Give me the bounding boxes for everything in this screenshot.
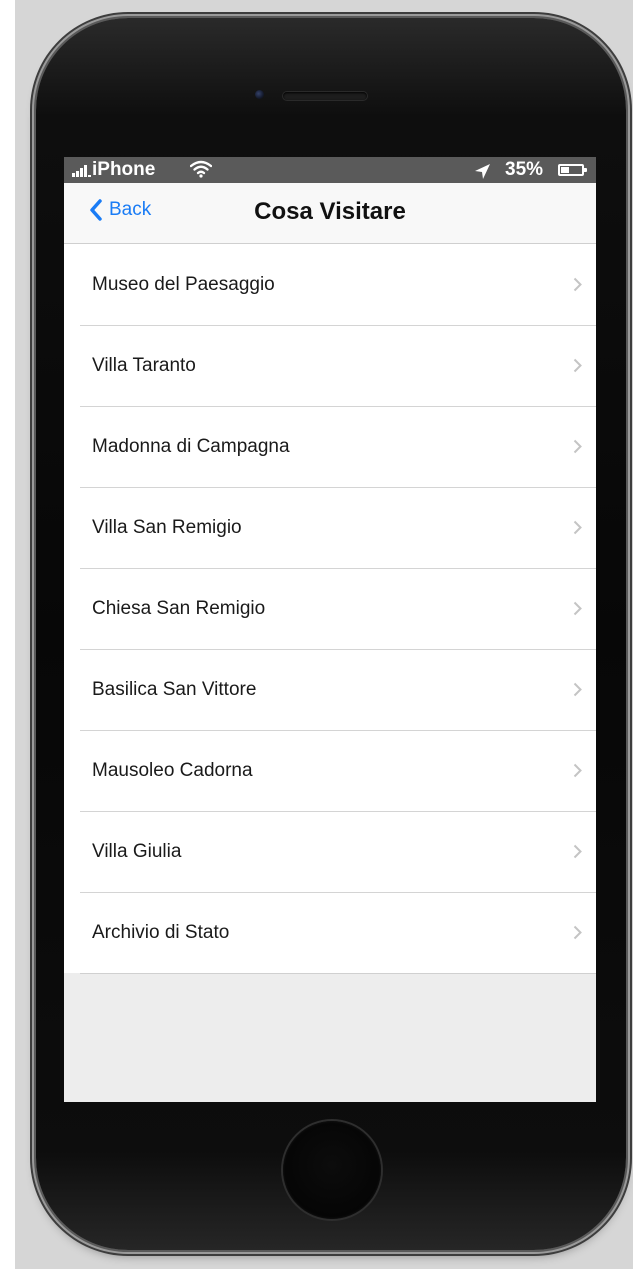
- page-title: Cosa Visitare: [254, 198, 406, 225]
- status-bar: iPhone 35%: [64, 157, 596, 183]
- list-item[interactable]: Archivio di Stato: [64, 892, 596, 973]
- battery-percent: 35%: [505, 159, 544, 180]
- list-item-label: Villa Giulia: [92, 840, 182, 862]
- chevron-right-icon: [573, 682, 582, 697]
- list-item-label: Chiesa San Remigio: [92, 597, 266, 619]
- list-item[interactable]: Mausoleo Cadorna: [64, 730, 596, 811]
- list-item[interactable]: Madonna di Campagna: [64, 406, 596, 487]
- list-item-label: Basilica San Vittore: [92, 678, 257, 700]
- earpiece-speaker: [283, 92, 367, 100]
- list-item[interactable]: Museo del Paesaggio: [64, 244, 596, 325]
- places-list: Museo del Paesaggio Villa Taranto Madonn…: [64, 244, 596, 973]
- chevron-right-icon: [573, 844, 582, 859]
- list-item[interactable]: Villa Taranto: [64, 325, 596, 406]
- battery-icon: [558, 164, 587, 176]
- list-item-label: Madonna di Campagna: [92, 435, 290, 457]
- list-item[interactable]: Chiesa San Remigio: [64, 568, 596, 649]
- list-item-label: Archivio di Stato: [92, 921, 230, 943]
- list-item-label: Mausoleo Cadorna: [92, 759, 253, 781]
- chevron-right-icon: [573, 277, 582, 292]
- list-bottom-divider: [80, 973, 596, 974]
- list-item[interactable]: Villa Giulia: [64, 811, 596, 892]
- navigation-bar: Back Cosa Visitare: [64, 183, 596, 244]
- chevron-right-icon: [573, 601, 582, 616]
- wifi-icon: [190, 160, 212, 178]
- list-item-label: Museo del Paesaggio: [92, 273, 275, 295]
- chevron-right-icon: [573, 439, 582, 454]
- home-button[interactable]: [283, 1121, 381, 1219]
- chevron-right-icon: [573, 520, 582, 535]
- list-item-label: Villa Taranto: [92, 354, 196, 376]
- list-item[interactable]: Villa San Remigio: [64, 487, 596, 568]
- chevron-right-icon: [573, 925, 582, 940]
- location-icon: [475, 164, 490, 179]
- phone-screen: iPhone 35% Back Cosa Visitare Museo del …: [64, 157, 596, 1102]
- front-camera: [255, 90, 264, 99]
- list-item-label: Villa San Remigio: [92, 516, 242, 538]
- list-item[interactable]: Basilica San Vittore: [64, 649, 596, 730]
- carrier-name: iPhone: [92, 159, 156, 180]
- chevron-right-icon: [573, 358, 582, 373]
- chevron-right-icon: [573, 763, 582, 778]
